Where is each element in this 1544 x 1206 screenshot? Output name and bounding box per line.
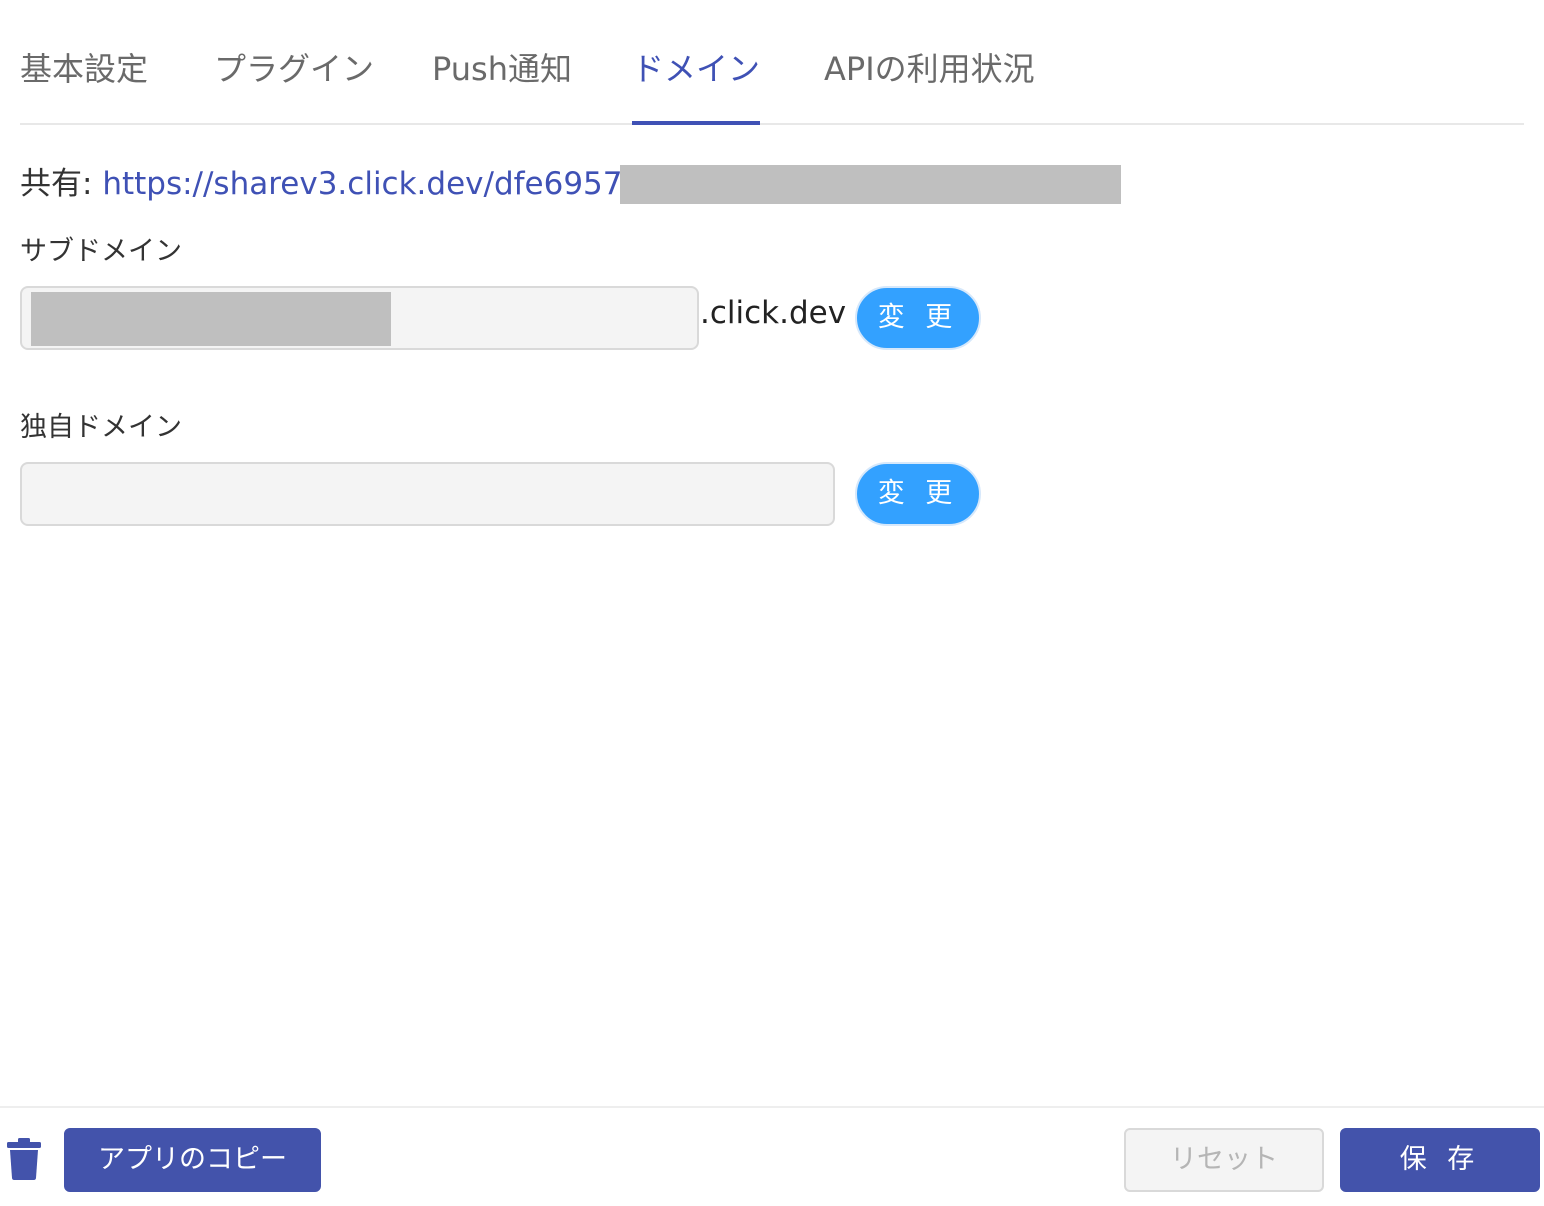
trash-icon[interactable] xyxy=(6,1138,42,1180)
subdomain-redaction xyxy=(31,292,391,346)
subdomain-label: サブドメイン xyxy=(20,236,182,267)
tab-plugins[interactable]: プラグイン xyxy=(214,46,374,125)
tab-push-notifications[interactable]: Push通知 xyxy=(432,46,572,125)
share-url-link[interactable]: https://sharev3.click.dev/dfe69570- xyxy=(102,166,653,202)
settings-tabs: 基本設定 プラグイン Push通知 ドメイン APIの利用状況 xyxy=(20,0,1524,125)
share-url-row: 共有: https://sharev3.click.dev/dfe69570- xyxy=(20,164,653,204)
save-button[interactable]: 保 存 xyxy=(1340,1128,1540,1192)
share-label: 共有: xyxy=(20,166,93,202)
custom-domain-label: 独自ドメイン xyxy=(20,412,182,443)
custom-domain-input[interactable] xyxy=(20,462,835,526)
copy-app-button[interactable]: アプリのコピー xyxy=(64,1128,321,1192)
tab-domain[interactable]: ドメイン xyxy=(632,46,761,125)
share-url-redaction xyxy=(620,165,1121,204)
custom-domain-change-button[interactable]: 変 更 xyxy=(855,462,981,526)
tab-api-usage[interactable]: APIの利用状況 xyxy=(824,46,1035,125)
reset-button[interactable]: リセット xyxy=(1124,1128,1324,1192)
trash-icon xyxy=(7,1138,41,1180)
tab-basic-settings[interactable]: 基本設定 xyxy=(20,46,148,125)
footer-divider xyxy=(0,1106,1544,1108)
subdomain-change-button[interactable]: 変 更 xyxy=(855,286,981,350)
subdomain-suffix: .click.dev xyxy=(700,295,847,331)
domain-settings-page: 基本設定 プラグイン Push通知 ドメイン APIの利用状況 共有: http… xyxy=(0,0,1544,1206)
